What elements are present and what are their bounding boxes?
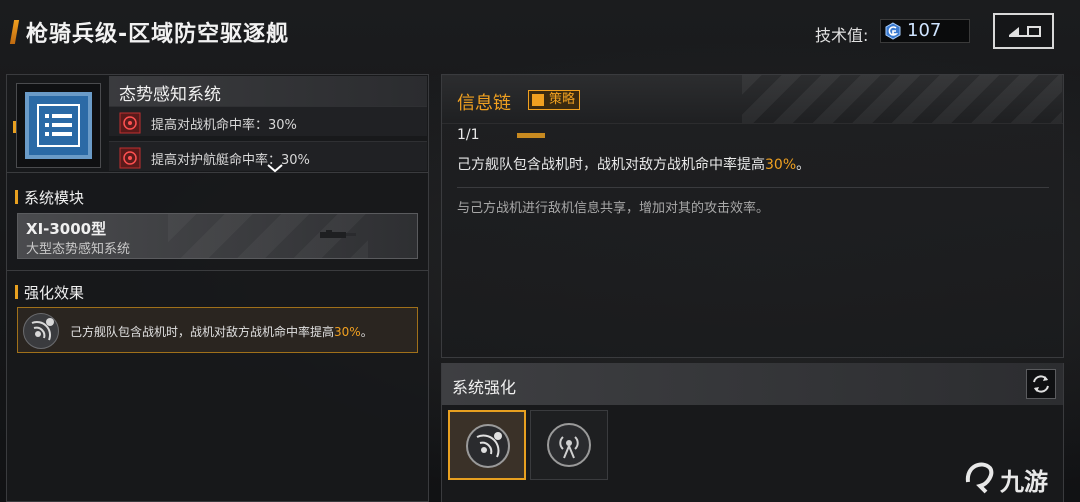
system-enhancement-title: 系统强化 [452,378,517,397]
info-effect-prefix: 己方舰队包含战机时，战机对敌方战机命中率提高 [457,157,765,173]
level-indicator: 1/1 [457,127,480,143]
module-desc: 大型态势感知系统 [26,242,131,257]
system-name: 态势感知系统 [119,85,221,105]
tech-value-label: 技术值: [815,26,869,45]
system-effect-text: 提高对护航艇命中率：30% [151,153,310,168]
section-heading: 强化效果 [15,282,84,303]
header: 枪骑兵级-区域防空驱逐舰 技术值: 107 [0,0,1080,66]
tech-point-icon [885,22,901,40]
back-arrow-icon [1009,26,1041,37]
info-title: 信息链 [457,93,511,114]
left-panel: 态势感知系统 提高对战机命中率：30% 提高对护航艇命中率：30% 系统模块 X… [6,74,429,502]
module-device-icon [320,230,356,238]
divider [7,270,428,271]
target-icon [119,147,141,169]
section-heading-text: 系统模块 [24,189,85,207]
enhancement-effect-card: 己方舰队包含战机时，战机对敌方战机命中率提高30%。 [17,307,418,353]
list-icon [25,92,92,159]
system-enhancement-header: 系统强化 [442,363,1063,405]
header-stripes [742,75,1062,123]
signal-plus-icon [23,313,59,349]
refresh-icon [1033,375,1049,393]
info-effect: 己方舰队包含战机时，战机对敌方战机命中率提高30%。 [457,154,810,174]
page-title: 枪骑兵级-区域防空驱逐舰 [26,22,290,47]
enhancement-slot-selected[interactable] [448,410,526,480]
effect-text-prefix: 己方舰队包含战机时，战机对敌方战机命中率提高 [70,325,335,339]
enhancement-effect-text: 己方舰队包含战机时，战机对敌方战机命中率提高30%。 [70,323,373,340]
effect-text-suffix: 。 [360,325,373,339]
info-separator [457,187,1049,188]
section-heading-text: 强化效果 [24,284,85,302]
tech-value: 107 [907,20,942,41]
system-title-bar: 态势感知系统 [109,76,427,106]
strategy-tag: 策略 [528,90,581,110]
back-button[interactable] [993,13,1054,49]
info-effect-suffix: 。 [796,157,811,173]
info-line [442,123,1063,124]
antenna-icon [547,423,591,467]
refresh-button[interactable] [1026,369,1056,399]
strategy-icon [532,94,544,106]
module-card[interactable]: XI-3000型 大型态势感知系统 [17,213,418,259]
info-panel: 信息链 策略 1/1 己方舰队包含战机时，战机对敌方战机命中率提高30%。 与己… [441,74,1064,358]
module-name: XI-3000型 [26,220,107,238]
chevron-down-icon[interactable] [266,163,284,173]
enhancement-slot[interactable] [530,410,608,480]
watermark-text: 九游 [1000,467,1048,496]
section-heading: 系统模块 [15,187,84,208]
strategy-tag-text: 策略 [549,92,576,107]
system-icon-frame[interactable] [16,83,101,168]
title-accent [9,20,20,44]
signal-plus-icon [466,424,510,468]
info-effect-highlight: 30% [765,157,797,173]
system-effect-text: 提高对战机命中率：30% [151,118,297,133]
info-description: 与己方战机进行敌机信息共享，增加对其的攻击效率。 [457,201,770,216]
effect-text-highlight: 30% [334,325,361,339]
level-bar [517,133,545,138]
system-card[interactable]: 态势感知系统 提高对战机命中率：30% 提高对护航艇命中率：30% [7,75,428,173]
system-effect-row: 提高对战机命中率：30% [109,106,427,136]
target-icon [119,112,141,134]
